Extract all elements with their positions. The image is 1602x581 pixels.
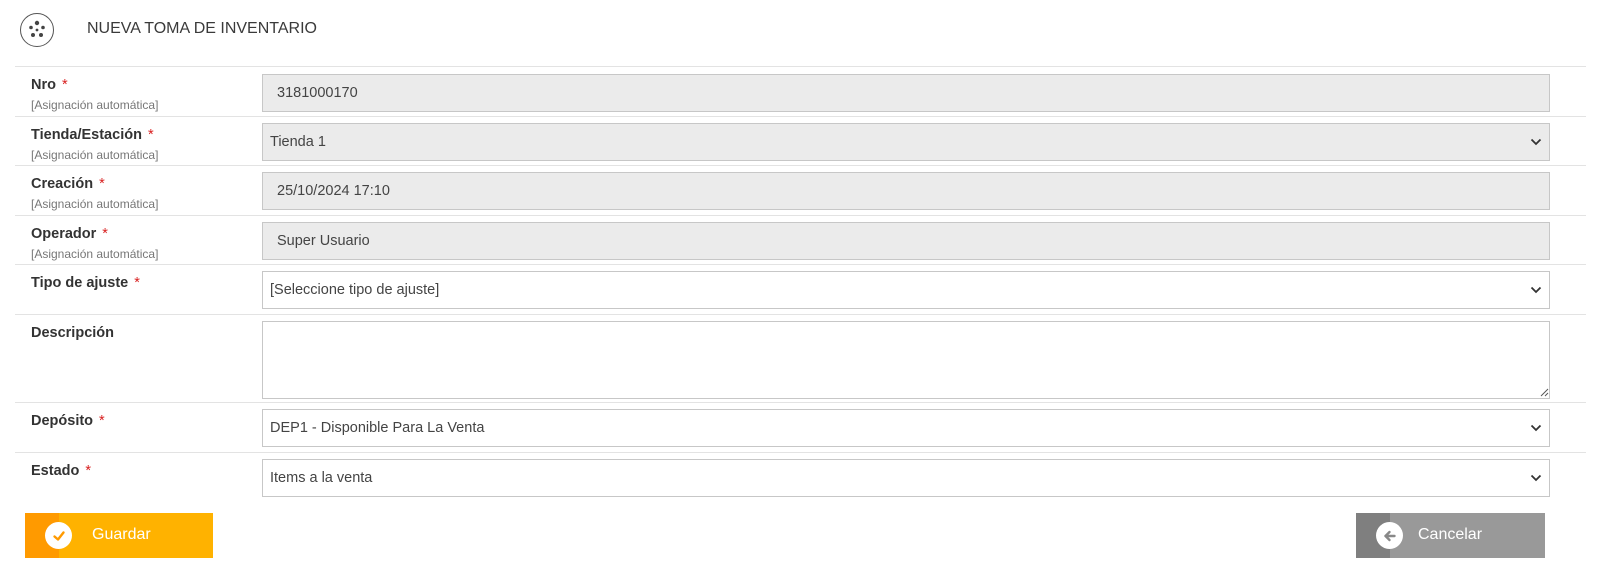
tienda-label: Tienda/Estación * [31, 127, 154, 143]
nro-label: Nro * [31, 77, 68, 93]
deposito-label: Depósito * [31, 413, 105, 429]
creacion-hint: [Asignación automática] [31, 197, 159, 211]
deposito-select[interactable]: DEP1 - Disponible Para La Venta [262, 409, 1550, 447]
required-marker: * [102, 226, 108, 242]
chevron-down-icon [1530, 286, 1542, 294]
tipo-ajuste-label: Tipo de ajuste * [31, 275, 140, 291]
tienda-hint: [Asignación automática] [31, 148, 159, 162]
arrow-left-icon [1376, 522, 1403, 549]
row-deposito: Depósito * DEP1 - Disponible Para La Vent… [15, 402, 1586, 452]
estado-value: Items a la venta [270, 470, 373, 486]
save-button[interactable]: Guardar [25, 513, 213, 558]
check-icon [45, 522, 72, 549]
tipo-ajuste-select[interactable]: [Seleccione tipo de ajuste] [262, 271, 1550, 309]
required-marker: * [61, 77, 68, 93]
tienda-value: Tienda 1 [270, 134, 326, 150]
creacion-label: Creación * [31, 176, 105, 192]
required-marker: * [134, 275, 140, 291]
inventory-form: Nro * [Asignación automática] 3181000170 … [15, 66, 1586, 502]
dotted-circle-icon [20, 13, 54, 47]
nro-value: 3181000170 [277, 85, 358, 101]
cancel-button-label: Cancelar [1418, 526, 1483, 543]
page-header: NUEVA TOMA DE INVENTARIO [0, 0, 1602, 62]
tipo-ajuste-value: [Seleccione tipo de ajuste] [270, 282, 440, 298]
deposito-value: DEP1 - Disponible Para La Venta [270, 420, 485, 436]
estado-select[interactable]: Items a la venta [262, 459, 1550, 497]
row-descripcion: Descripción [15, 314, 1586, 402]
row-operador: Operador * [Asignación automática] Super … [15, 215, 1586, 264]
descripcion-label: Descripción [31, 325, 114, 341]
row-nro: Nro * [Asignación automática] 3181000170 [15, 66, 1586, 116]
row-estado: Estado * Items a la venta [15, 452, 1586, 502]
required-marker: * [85, 463, 91, 479]
page-title: NUEVA TOMA DE INVENTARIO [87, 20, 317, 37]
creacion-value: 25/10/2024 17:10 [277, 183, 390, 199]
chevron-down-icon [1530, 424, 1542, 432]
nro-hint: [Asignación automática] [31, 98, 159, 112]
resize-handle-icon[interactable] [1539, 387, 1549, 397]
required-marker: * [99, 413, 105, 429]
save-button-label: Guardar [92, 526, 151, 543]
creacion-field[interactable]: 25/10/2024 17:10 [262, 172, 1550, 210]
required-marker: * [99, 176, 105, 192]
nro-field[interactable]: 3181000170 [262, 74, 1550, 112]
chevron-down-icon [1530, 138, 1542, 146]
operador-label: Operador * [31, 226, 108, 242]
chevron-down-icon [1530, 474, 1542, 482]
descripcion-textarea[interactable] [262, 321, 1550, 399]
cancel-button[interactable]: Cancelar [1356, 513, 1545, 558]
operador-value: Super Usuario [277, 233, 370, 249]
operador-field[interactable]: Super Usuario [262, 222, 1550, 260]
operador-hint: [Asignación automática] [31, 247, 159, 261]
estado-label: Estado * [31, 463, 91, 479]
row-tienda: Tienda/Estación * [Asignación automática]… [15, 116, 1586, 165]
tienda-select[interactable]: Tienda 1 [262, 123, 1550, 161]
row-tipo-ajuste: Tipo de ajuste * [Seleccione tipo de ajus… [15, 264, 1586, 314]
row-creacion: Creación * [Asignación automática] 25/10/… [15, 165, 1586, 215]
required-marker: * [147, 127, 154, 143]
